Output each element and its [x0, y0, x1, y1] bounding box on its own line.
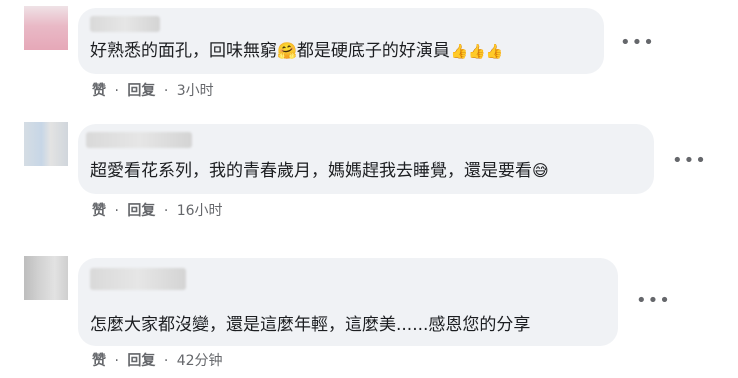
more-horizontal-icon[interactable]: •••	[672, 152, 707, 170]
thumbs-up-emoji-icon: 👍👍👍	[450, 44, 504, 60]
like-button[interactable]: 赞	[92, 200, 106, 220]
like-button[interactable]: 赞	[92, 350, 106, 370]
more-horizontal-icon[interactable]: •••	[636, 292, 671, 310]
separator: ·	[163, 353, 169, 369]
avatar[interactable]	[24, 122, 68, 166]
comment-actions: 赞 · 回复 · 3小时	[92, 80, 214, 100]
timestamp[interactable]: 42分钟	[177, 350, 223, 370]
sweat-smile-emoji-icon: 😅	[532, 161, 549, 180]
comment-text-main: 怎麼大家都沒變，還是這麼年輕，這麼美......感恩您的分享	[90, 315, 531, 335]
comment-text-main: 超愛看花系列，我的青春歲月，媽媽趕我去睡覺，還是要看	[90, 161, 532, 181]
commenter-name[interactable]	[90, 16, 160, 32]
reply-button[interactable]: 回复	[127, 350, 155, 370]
timestamp[interactable]: 3小时	[177, 80, 214, 100]
avatar[interactable]	[24, 6, 68, 50]
hug-emoji-icon: 🤗	[277, 41, 297, 60]
reply-button[interactable]: 回复	[127, 200, 155, 220]
separator: ·	[114, 203, 119, 219]
separator: ·	[114, 353, 119, 369]
commenter-name[interactable]	[86, 132, 192, 148]
comment-text: 超愛看花系列，我的青春歲月，媽媽趕我去睡覺，還是要看😅	[90, 160, 549, 182]
comment-actions: 赞 · 回复 · 42分钟	[92, 350, 223, 370]
comment-text: 好熟悉的面孔，回味無窮🤗都是硬底子的好演員👍👍👍	[90, 40, 503, 63]
commenter-name[interactable]	[90, 268, 186, 290]
comment-text-main: 好熟悉的面孔，回味無窮	[90, 41, 277, 61]
separator: ·	[163, 83, 169, 99]
like-button[interactable]: 赞	[92, 80, 106, 100]
comment-text-tail: 都是硬底子的好演員	[296, 41, 450, 61]
comment-bubble: 超愛看花系列，我的青春歲月，媽媽趕我去睡覺，還是要看😅	[78, 124, 654, 194]
more-horizontal-icon[interactable]: •••	[620, 34, 655, 52]
comment-bubble: 怎麼大家都沒變，還是這麼年輕，這麼美......感恩您的分享	[78, 258, 618, 346]
comment-actions: 赞 · 回复 · 16小时	[92, 200, 223, 220]
separator: ·	[114, 83, 119, 99]
comment-bubble: 好熟悉的面孔，回味無窮🤗都是硬底子的好演員👍👍👍	[78, 8, 604, 74]
reply-button[interactable]: 回复	[127, 80, 155, 100]
comment-text: 怎麼大家都沒變，還是這麼年輕，這麼美......感恩您的分享	[90, 314, 530, 336]
avatar[interactable]	[24, 256, 68, 300]
separator: ·	[163, 203, 169, 219]
timestamp[interactable]: 16小时	[177, 200, 223, 220]
